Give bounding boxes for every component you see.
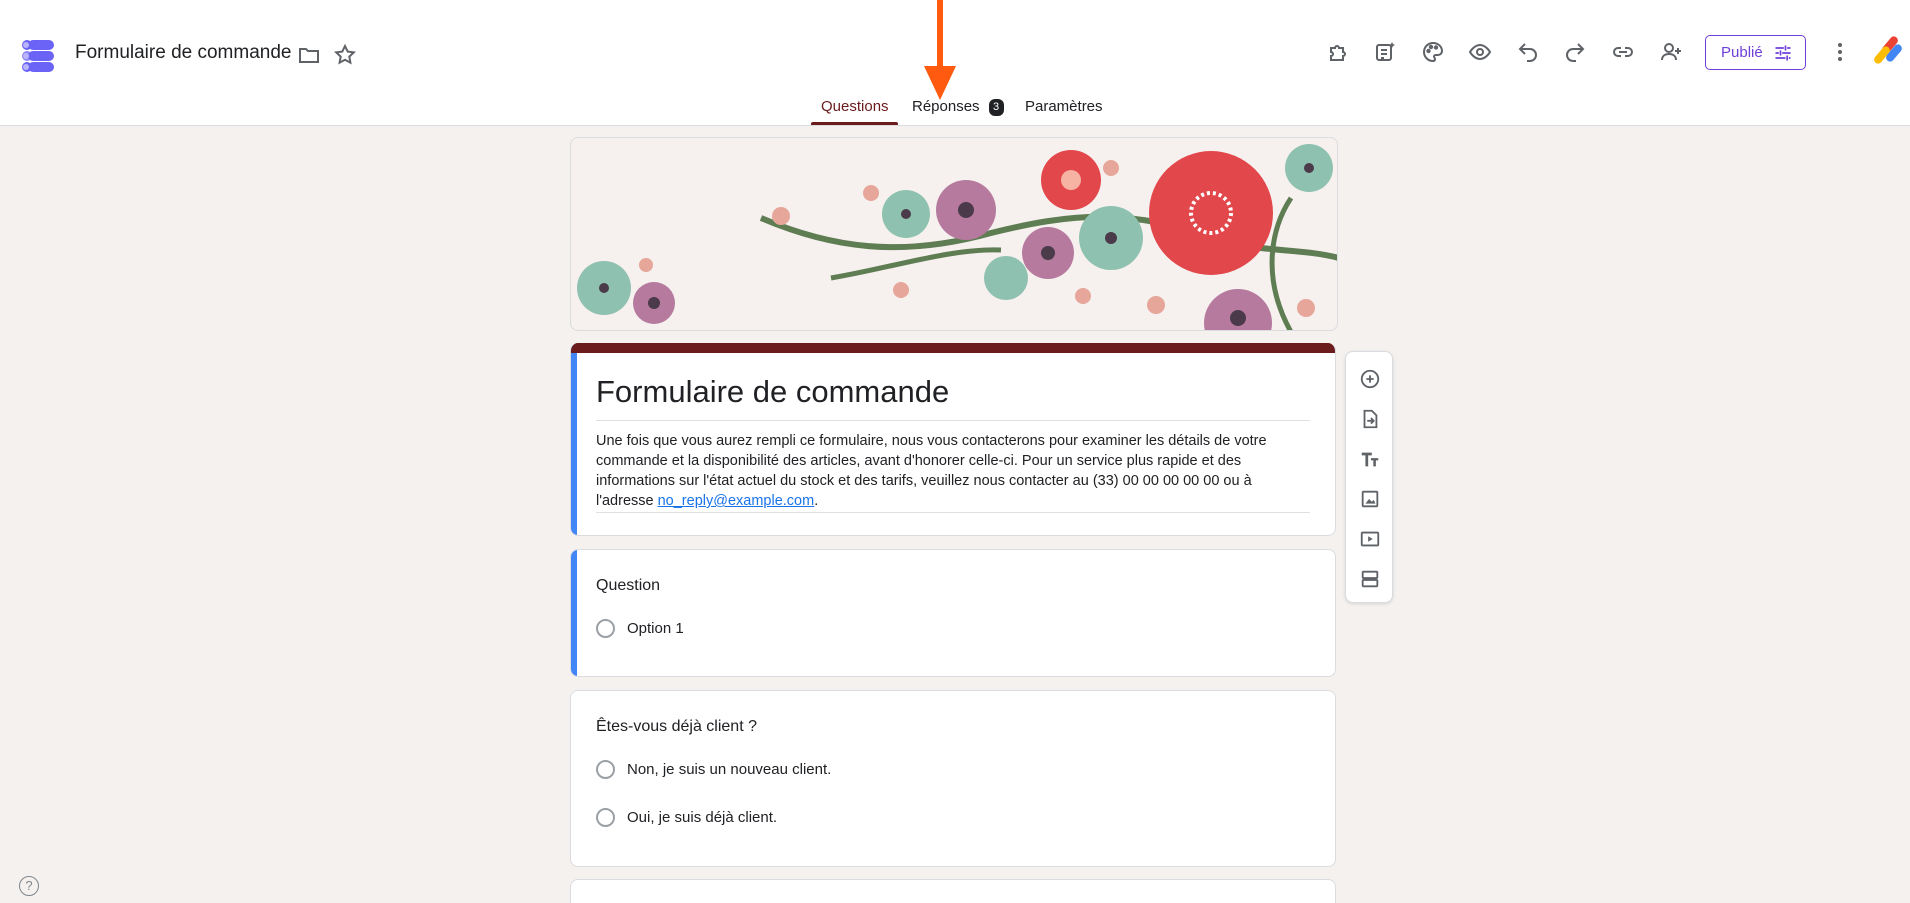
radio-button[interactable]	[596, 760, 615, 779]
option-label: Option 1	[627, 620, 684, 637]
add-video-icon[interactable]	[1357, 526, 1383, 552]
addons-icon[interactable]	[1324, 38, 1352, 66]
document-title[interactable]: Formulaire de commande	[75, 42, 291, 64]
help-icon[interactable]: ?	[19, 876, 39, 896]
publish-label: Publié	[1721, 44, 1763, 61]
responses-count-badge: 3	[988, 99, 1004, 116]
header-banner-image	[570, 137, 1338, 331]
link-icon[interactable]	[1609, 38, 1637, 66]
option-label: Non, je suis un nouveau client.	[627, 761, 832, 778]
radio-option[interactable]: Non, je suis un nouveau client.	[596, 760, 831, 779]
redo-icon[interactable]	[1561, 38, 1589, 66]
folder-icon[interactable]	[295, 41, 323, 69]
star-icon[interactable]	[331, 41, 359, 69]
extension-logo-icon[interactable]	[1874, 35, 1904, 67]
form-title[interactable]: Formulaire de commande	[596, 374, 949, 410]
description-divider	[596, 512, 1310, 513]
tab-settings[interactable]: Paramètres	[1025, 98, 1103, 126]
question-title: Question	[596, 577, 661, 594]
form-title-card[interactable]: Formulaire de commande Une fois que vous…	[570, 343, 1336, 536]
publish-button[interactable]: Publié	[1705, 35, 1806, 70]
annotation-arrow-icon	[924, 0, 956, 100]
radio-button[interactable]	[596, 619, 615, 638]
radio-option[interactable]: Oui, je suis déjà client.	[596, 808, 777, 827]
undo-icon[interactable]	[1514, 38, 1542, 66]
radio-option[interactable]: Option 1	[596, 619, 684, 638]
theme-color-bar	[571, 343, 1335, 353]
add-section-icon[interactable]	[1357, 566, 1383, 592]
option-label: Oui, je suis déjà client.	[627, 809, 778, 826]
ai-summary-icon[interactable]	[1371, 38, 1399, 66]
preview-icon[interactable]	[1466, 38, 1494, 66]
forms-logo-icon[interactable]	[20, 37, 56, 73]
form-description-end: .	[814, 493, 819, 509]
palette-icon[interactable]	[1419, 38, 1447, 66]
question-card[interactable]	[570, 879, 1336, 903]
description-email-link[interactable]: no_reply@example.com	[658, 493, 815, 509]
import-questions-icon[interactable]	[1357, 406, 1383, 432]
title-divider	[596, 420, 1310, 421]
add-image-icon[interactable]	[1357, 486, 1383, 512]
question-title: Êtes-vous déjà client ?	[596, 718, 757, 735]
more-vert-icon[interactable]	[1826, 38, 1854, 66]
add-person-icon[interactable]	[1657, 38, 1685, 66]
radio-button[interactable]	[596, 808, 615, 827]
question-card[interactable]: Question Option 1	[570, 549, 1336, 677]
active-tab-indicator	[811, 122, 898, 125]
floating-toolbar	[1345, 351, 1393, 603]
question-card[interactable]: Êtes-vous déjà client ? Non, je suis un …	[570, 690, 1336, 867]
app-header: Formulaire de commande Publié Questions …	[0, 0, 1910, 126]
tab-responses-label: Réponses	[912, 98, 980, 115]
add-title-icon[interactable]	[1357, 446, 1383, 472]
add-question-icon[interactable]	[1357, 366, 1383, 392]
form-description[interactable]: Une fois que vous aurez rempli ce formul…	[596, 431, 1310, 511]
tune-icon	[1775, 45, 1791, 60]
tab-responses[interactable]: Réponses 3	[912, 98, 1004, 126]
